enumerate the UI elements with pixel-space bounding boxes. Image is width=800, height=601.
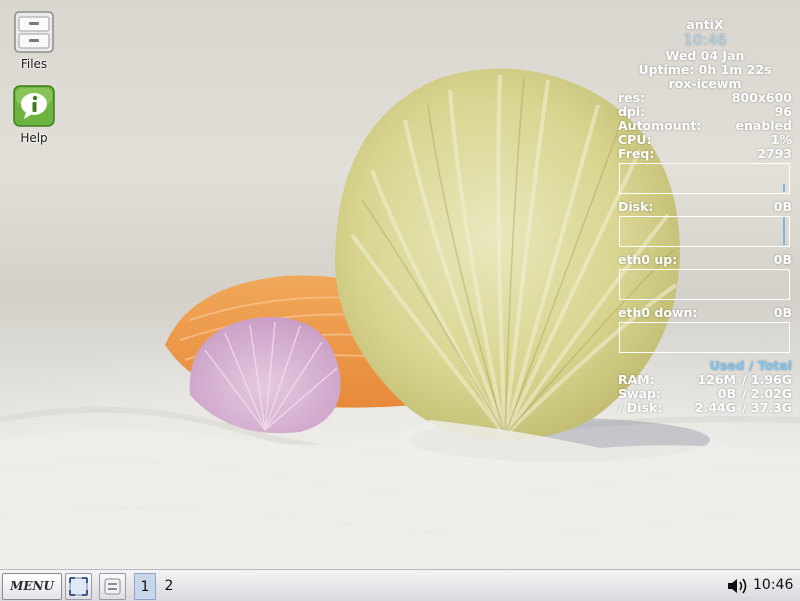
disk-io-graph (619, 216, 790, 247)
speaker-icon (728, 578, 747, 594)
distro-name: antiX (686, 17, 724, 32)
mem-total: / 2.02G (741, 386, 792, 401)
stat-label: res: (618, 90, 646, 105)
stat-label: eth0 up: (618, 252, 678, 267)
uptime-text: Uptime: 0h 1m 22s (638, 62, 772, 77)
cpu-graph-spike (783, 184, 785, 192)
eth-down-graph (619, 322, 790, 353)
stat-label: Disk: (618, 199, 654, 214)
taskbar: MENU 1 2 10:46 (0, 569, 800, 601)
desktop-icon-label: Files (20, 57, 48, 71)
start-menu-button[interactable]: MENU (2, 573, 62, 600)
stat-value: 0B (773, 305, 792, 320)
help-icon (12, 84, 56, 128)
stat-row-cpu: CPU: 1% (618, 133, 792, 147)
window-manager-name: rox-icewm (668, 76, 742, 91)
stat-label: Freq: (618, 146, 655, 161)
mem-label: Swap: (618, 386, 661, 401)
mem-label: / Disk: (618, 400, 663, 415)
workspace-2-button[interactable]: 2 (158, 573, 180, 600)
mem-used: 2.44G (694, 400, 736, 415)
stat-value: 96 (774, 104, 792, 119)
desktop-icon-help[interactable]: Help (2, 84, 66, 145)
mem-total: / 1.96G (741, 372, 792, 387)
stat-value: 0B (773, 252, 792, 267)
file-manager-launcher[interactable] (99, 573, 126, 600)
stat-row-freq: Freq: 2793 (618, 147, 792, 161)
memory-row-ram: RAM: 126M / 1.96G (618, 373, 792, 387)
mem-used: 0B (717, 386, 736, 401)
memory-row-swap: Swap: 0B / 2.02G (618, 387, 792, 401)
stat-value: 0B (773, 199, 792, 214)
memory-header: Used / Total (709, 358, 792, 373)
conky-date: Wed 04 Jan (665, 48, 745, 63)
desktop-icon-files[interactable]: Files (2, 10, 66, 71)
stat-value: 2793 (757, 146, 792, 161)
stat-row-res: res: 800x600 (618, 91, 792, 105)
desktop-icon-label: Help (20, 131, 48, 145)
stat-row-dpi: dpi: 96 (618, 105, 792, 119)
stat-label: Automount: (618, 118, 702, 133)
stat-label: eth0 down: (618, 305, 698, 320)
disk-graph-spike (783, 217, 785, 245)
mem-used: 126M (697, 372, 736, 387)
conky-clock: 10:46 (683, 31, 727, 49)
file-manager-icon (104, 578, 121, 595)
desktop[interactable]: Files Help antiX 10:46 Wed 04 Jan Uptime… (0, 0, 800, 569)
stat-value: 800x600 (731, 90, 792, 105)
eth-up-graph (619, 269, 790, 300)
memory-row-disk: / Disk: 2.44G / 37.3G (618, 401, 792, 415)
stat-value: enabled (735, 118, 792, 133)
stat-row-automount: Automount: enabled (618, 119, 792, 133)
eth-up-row: eth0 up: 0B (618, 253, 792, 267)
file-cabinet-icon (12, 10, 56, 54)
stat-value: 1% (770, 132, 792, 147)
volume-tray-button[interactable] (726, 577, 748, 595)
show-desktop-button[interactable] (65, 573, 92, 600)
cpu-graph (619, 163, 790, 194)
show-desktop-icon (69, 577, 88, 596)
mem-total: / 37.3G (741, 400, 792, 415)
stat-label: CPU: (618, 132, 652, 147)
workspace-1-button[interactable]: 1 (134, 573, 156, 600)
mem-label: RAM: (618, 372, 655, 387)
taskbar-clock[interactable]: 10:46 (753, 570, 793, 601)
eth-down-row: eth0 down: 0B (618, 306, 792, 320)
system-monitor-widget: antiX 10:46 Wed 04 Jan Uptime: 0h 1m 22s… (618, 18, 792, 415)
disk-io-row: Disk: 0B (618, 200, 792, 214)
stat-label: dpi: (618, 104, 646, 119)
